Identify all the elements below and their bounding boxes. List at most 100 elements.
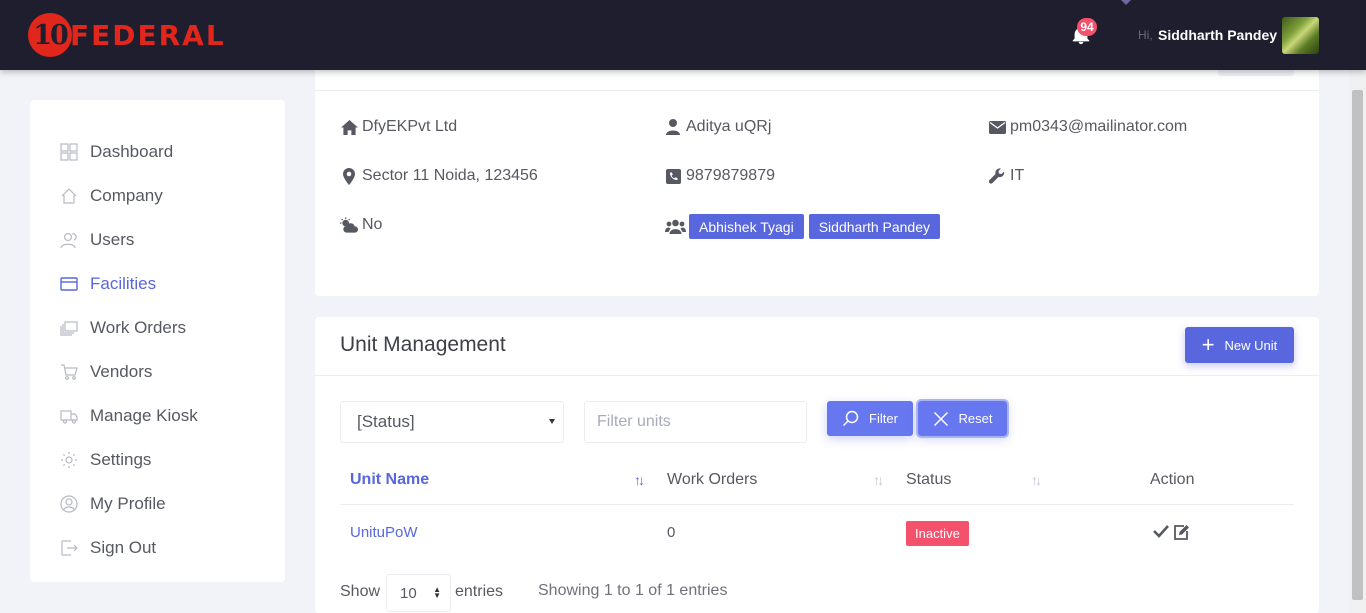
reset-button[interactable]: Reset (916, 399, 1009, 438)
facility-details-card: DfyEKPvt Ltd Aditya uQRj pm0343@mailinat… (315, 40, 1319, 296)
sidebar-item-users[interactable]: Users (60, 228, 134, 252)
caret-icon (1121, 0, 1131, 5)
reset-label: Reset (958, 411, 993, 426)
logo-text: FEDERAL (70, 18, 226, 52)
sidebar-item-label: Users (90, 230, 135, 249)
sidebar-item-label: Vendors (90, 362, 153, 381)
check-icon[interactable] (1153, 524, 1169, 543)
new-unit-label: New Unit (1224, 337, 1278, 353)
sidebar-item-label: My Profile (90, 494, 166, 513)
sidebar-item-label: Dashboard (90, 142, 174, 161)
sidebar-item-label: Manage Kiosk (90, 406, 198, 425)
company-info: DfyEKPvt Ltd (340, 118, 457, 136)
wrench-icon (988, 167, 1006, 185)
scrollbar[interactable] (1349, 70, 1366, 613)
sidebar-item-sign-out[interactable]: Sign Out (60, 536, 156, 560)
sidebar-item-label: Settings (90, 450, 152, 469)
divider (315, 90, 1319, 91)
sidebar-item-label: Sign Out (90, 538, 157, 557)
unit-name-link[interactable]: UnituPoW (350, 524, 418, 541)
category-info: IT (988, 167, 1024, 185)
scrollbar-thumb[interactable] (1352, 90, 1363, 600)
map-marker-icon (340, 167, 358, 185)
plus-icon: + (1201, 332, 1215, 357)
users-group-icon (664, 218, 686, 236)
sort-icon[interactable]: ↑↓ (1031, 472, 1042, 488)
weather-info: No (340, 216, 382, 234)
sidebar-item-dashboard[interactable]: Dashboard (60, 140, 173, 164)
weather: No (362, 216, 383, 233)
sidebar-item-work-orders[interactable]: Work Orders (60, 316, 186, 340)
user-name[interactable]: Siddharth Pandey (1158, 27, 1277, 43)
manager-tag[interactable]: Abhishek Tyagi (689, 214, 804, 239)
envelope-icon (988, 118, 1006, 136)
layers-icon (60, 319, 78, 337)
filter-units-input[interactable] (584, 401, 807, 443)
sidebar-item-label: Work Orders (90, 318, 187, 337)
phone-square-icon (664, 167, 682, 185)
email-info: pm0343@mailinator.com (988, 118, 1187, 136)
sidebar-item-vendors[interactable]: Vendors (60, 360, 152, 384)
unit-management-card: Unit Management + New Unit [Status] Filt… (315, 317, 1319, 613)
page-length-value: 10 (400, 584, 417, 602)
edit-icon[interactable] (1173, 524, 1190, 545)
user-icon (664, 118, 682, 136)
status-select-value: [Status] (357, 412, 415, 431)
category: IT (1010, 167, 1025, 184)
filter-button[interactable]: Filter (827, 401, 913, 436)
column-header-status[interactable]: Status (906, 471, 951, 489)
sign-out-icon (60, 539, 78, 557)
grid-icon (60, 143, 78, 161)
status-badge: Inactive (906, 521, 969, 546)
notification-badge: 94 (1077, 18, 1097, 36)
show-label: Show (340, 583, 381, 600)
company-name: DfyEKPvt Ltd (362, 118, 458, 135)
profile-icon (60, 495, 78, 513)
truck-icon (60, 407, 78, 425)
sidebar-item-facilities[interactable]: Facilities (60, 272, 156, 296)
column-header-action: Action (1150, 471, 1195, 488)
users-icon (60, 231, 78, 249)
avatar[interactable] (1282, 17, 1319, 54)
cart-icon (60, 363, 78, 381)
home-icon (340, 118, 358, 136)
address: Sector 11 Noida, 123456 (362, 167, 538, 184)
address-info: Sector 11 Noida, 123456 (340, 167, 538, 185)
table-info: Showing 1 to 1 of 1 entries (538, 582, 728, 599)
contact-name: Aditya uQRj (686, 118, 772, 135)
updown-icon: ▲ ▼ (433, 585, 441, 600)
phone-info: 9879879879 (664, 167, 775, 185)
card-icon (60, 275, 78, 293)
home-icon (60, 187, 78, 205)
new-unit-button[interactable]: + New Unit (1185, 327, 1294, 363)
work-orders-count: 0 (667, 524, 676, 541)
entries-label: entries (455, 583, 504, 600)
status-select[interactable]: [Status] (340, 401, 564, 443)
sidebar-item-my-profile[interactable]: My Profile (60, 492, 166, 516)
cloud-sun-icon (340, 216, 358, 234)
column-header-unit-name[interactable]: Unit Name (350, 471, 429, 489)
section-title: Unit Management (340, 333, 506, 356)
sidebar-item-label: Facilities (90, 274, 157, 293)
manager-tag[interactable]: Siddharth Pandey (808, 214, 941, 239)
divider (315, 375, 1319, 376)
phone: 9879879879 (686, 167, 775, 184)
sort-icon[interactable]: ↑↓ (634, 472, 645, 488)
contact-info: Aditya uQRj (664, 118, 771, 136)
sidebar-item-settings[interactable]: Settings (60, 448, 151, 472)
logo[interactable]: 10 FEDERAL (28, 13, 226, 57)
managers-info: Abhishek Tyagi Siddharth Pandey (664, 214, 945, 239)
sidebar-item-label: Company (90, 186, 163, 205)
close-icon (933, 411, 948, 426)
sidebar-item-company[interactable]: Company (60, 184, 163, 208)
column-header-work-orders[interactable]: Work Orders (667, 471, 757, 489)
email: pm0343@mailinator.com (1010, 118, 1188, 135)
page-length-select[interactable]: 10 ▲ ▼ (386, 574, 451, 612)
filter-label: Filter (869, 411, 898, 426)
chevron-down-icon (549, 419, 555, 424)
sort-icon[interactable]: ↑↓ (873, 472, 884, 488)
table-header-divider (340, 504, 1294, 505)
gear-icon (60, 451, 78, 469)
sidebar-item-manage-kiosk[interactable]: Manage Kiosk (60, 404, 198, 428)
greeting: Hi, (1138, 28, 1153, 42)
